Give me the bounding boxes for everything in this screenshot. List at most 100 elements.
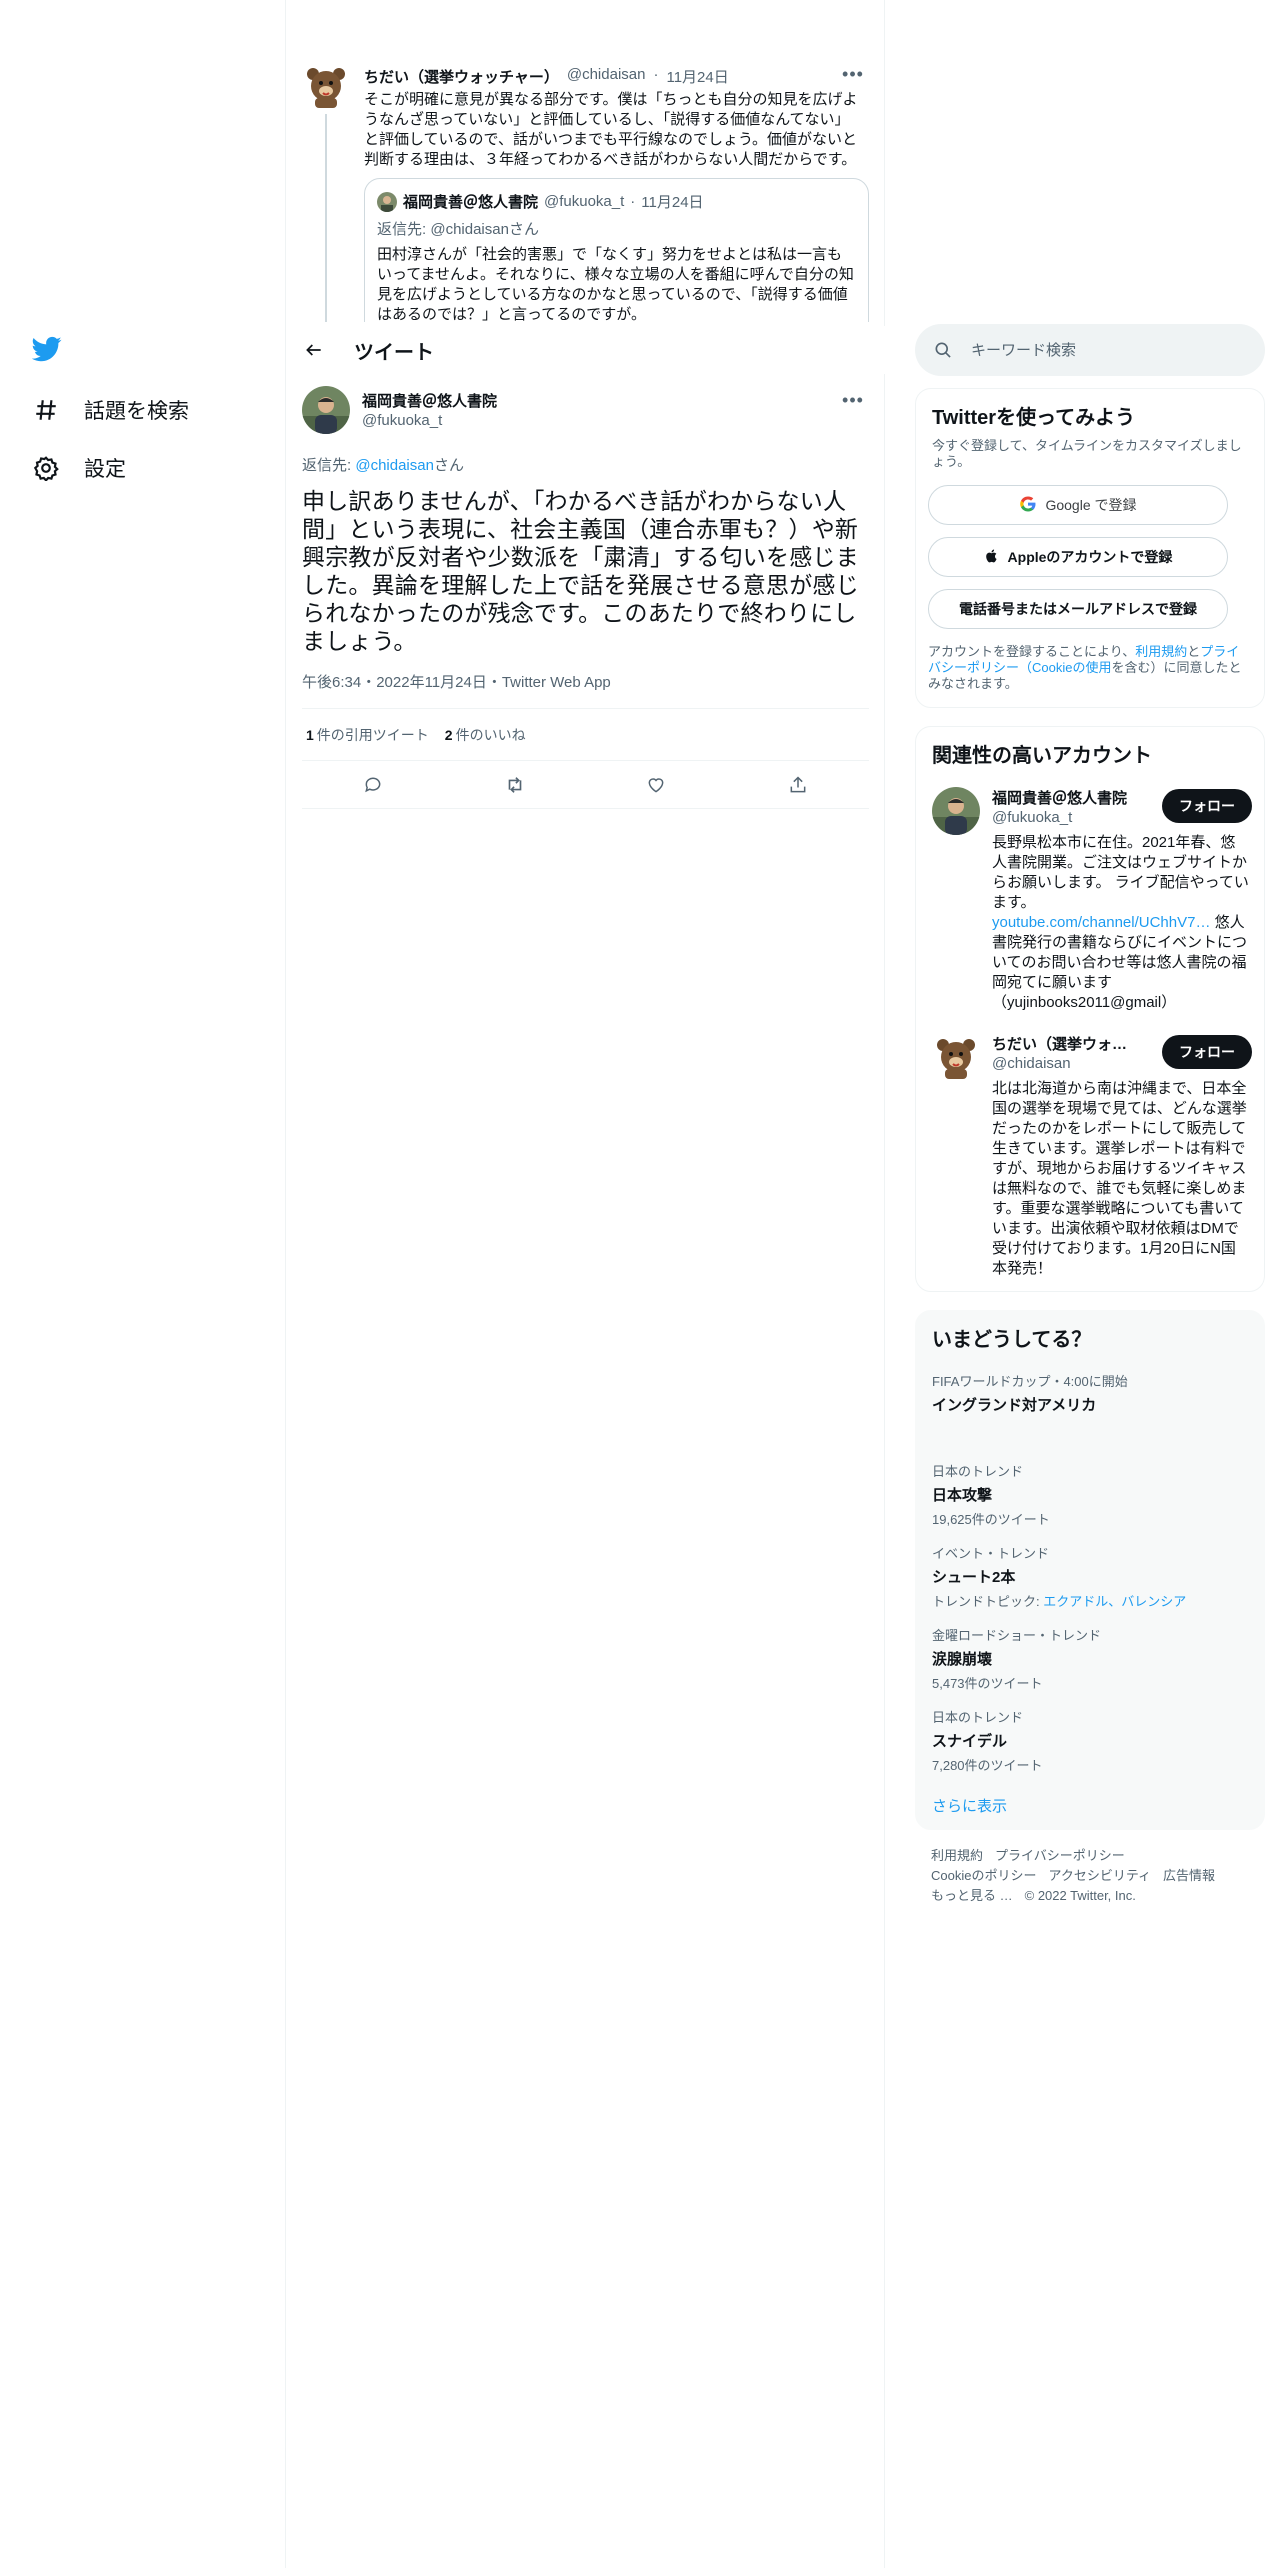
trend-item[interactable]: 金曜ロードショー・トレンド 涙腺崩壊 5,473件のツイート [932,1625,1242,1692]
apple-icon [984,548,1000,567]
author-handle[interactable]: @fukuoka_t [362,412,442,429]
account-name[interactable]: ちだい（選挙ウォッチャー） [992,1033,1142,1054]
account-bio: 長野県松本市に在住。2021年春、悠人書院開業。ご注文はウェブサイトからお願いし… [992,834,1249,1011]
signup-subtitle: 今すぐ登録して、タイムラインをカスタマイズしましょう。 [932,438,1242,469]
reply-to-handle[interactable]: @chidaisan [355,457,434,474]
reply-icon[interactable] [355,767,391,803]
trend-item[interactable]: 日本のトレンド 日本攻撃 19,625件のツイート [932,1461,1242,1528]
trend-title: スナイデル [932,1733,1008,1750]
trend-context: 日本のトレンド [932,1464,1024,1479]
avatar[interactable] [932,787,980,835]
trend-count: 19,625件のツイート [932,1512,1050,1527]
tweet-text: そこが明確に意見が異なる部分です。僕は「ちっとも自分の知見を広げようなんざ思って… [364,91,858,168]
twitter-bird-icon[interactable] [31,334,68,370]
trend-item[interactable]: 日本のトレンド スナイデル 7,280件のツイート [932,1707,1242,1774]
search-bar[interactable] [915,324,1265,376]
tweet-text: 申し訳ありませんが、「わかるべき話がわからない人間」という表現に、社会主義国（連… [302,488,859,654]
main-column: ちだい（選挙ウォッチャー） @chidaisan · 11月24日 ••• そこ… [286,0,885,2568]
tweet-date[interactable]: 11月24日 [666,66,728,87]
trend-item[interactable]: イベント・トレンド シュート2本 トレンドトピック: エクアドル、バレンシア [932,1543,1242,1610]
trend-context: 金曜ロードショー・トレンド [932,1628,1102,1643]
show-more-link[interactable]: さらに表示 [932,1795,1007,1816]
footer-more-link[interactable]: もっと見る … [931,1886,1013,1906]
apple-signup-button[interactable]: Appleのアカウントで登録 [928,537,1228,577]
quoted-tweet-text: 田村淳さんが「社会的害悪」で「なくす」努力をせよとは私は一言もいってませんよ。そ… [377,246,854,322]
trend-title: シュート2本 [932,1569,1016,1586]
author-name[interactable]: 福岡貴善＠悠人書院 [362,390,497,411]
right-sidebar: Twitterを使ってみよう 今すぐ登録して、タイムラインをカスタマイズしましょ… [915,0,1265,2568]
avatar [377,191,397,212]
related-account[interactable]: 福岡貴善＠悠人書院 @fukuoka_t フォロー 長野県松本市に在住。2021… [932,787,1252,1017]
footer-link[interactable]: プライバシーポリシー [995,1846,1125,1866]
thread-line [325,114,327,322]
quoted-author-handle: @fukuoka_t [544,193,625,210]
quoted-author-name: 福岡貴善＠悠人書院 [403,194,539,211]
related-accounts-card: 関連性の高いアカウント 福岡貴善＠悠人書院 @fukuoka_t フォロー 長野… [915,726,1265,1292]
share-icon[interactable] [780,767,816,803]
avatar[interactable] [302,386,350,434]
back-arrow-icon[interactable] [296,332,332,368]
trend-topic-link[interactable]: エクアドル、バレンシア [1043,1594,1186,1609]
search-input[interactable] [971,341,1231,359]
bio-link[interactable]: youtube.com/channel/UChhV7… [992,914,1210,931]
quote-tweets-stat[interactable]: 1 件の引用ツイート [306,725,429,745]
copyright: © 2022 Twitter, Inc. [1024,1888,1136,1903]
trend-context: イベント・トレンド [932,1546,1050,1561]
nav-item-label: 設定 [84,458,126,481]
footer-link[interactable]: アクセシビリティ [1048,1866,1151,1886]
avatar[interactable] [302,62,350,110]
google-icon [1019,495,1037,516]
author-handle[interactable]: @chidaisan [567,66,646,87]
page-title: ツイート [354,341,434,364]
more-options-icon[interactable]: ••• [841,388,865,412]
upstream-tweet[interactable]: ちだい（選挙ウォッチャー） @chidaisan · 11月24日 ••• そこ… [302,62,869,322]
terms-link[interactable]: 利用規約 [1135,644,1187,659]
footer-link[interactable]: 広告情報 [1163,1866,1215,1886]
footer-link[interactable]: 利用規約 [931,1846,983,1866]
more-options-icon[interactable]: ••• [841,62,865,86]
hashtag-icon [32,396,60,424]
reply-to: 返信先: @chidaisanさん [377,221,539,238]
retweet-icon[interactable] [497,767,533,803]
account-handle[interactable]: @fukuoka_t [992,809,1072,826]
phone-email-signup-button[interactable]: 電話番号またはメールアドレスで登録 [928,589,1228,629]
trend-title: 日本攻撃 [932,1487,993,1504]
tweet-timestamp[interactable]: 午後6:34・2022年11月24日・Twitter Web App [302,671,869,709]
follow-button[interactable]: フォロー [1162,789,1252,823]
quoted-tweet[interactable]: 福岡貴善＠悠人書院 @fukuoka_t · 11月24日 返信先: @chid… [364,178,869,322]
tweet-actions [302,761,869,809]
likes-stat[interactable]: 2 件のいいね [445,725,526,745]
page-header: ツイート [286,326,885,374]
related-account[interactable]: ちだい（選挙ウォッチャー） @chidaisan フォロー 北は北海道から南は沖… [932,1033,1252,1283]
account-bio: 北は北海道から南は沖縄まで、日本全国の選挙を現場で見ては、どんな選挙だったのかを… [992,1080,1247,1277]
tweet-author: 福岡貴善＠悠人書院 @fukuoka_t ••• [302,386,869,438]
trend-count: 7,280件のツイート [932,1758,1043,1773]
focused-tweet: 福岡貴善＠悠人書院 @fukuoka_t ••• 返信先: @chidaisan… [302,386,869,809]
gear-icon [32,454,60,482]
quoted-tweet-header: 福岡貴善＠悠人書院 @fukuoka_t · 11月24日 [377,191,856,212]
signup-legal-text: アカウントを登録することにより、利用規約とプライバシーポリシー（Cookieの使… [928,644,1242,691]
account-name[interactable]: 福岡貴善＠悠人書院 [992,787,1142,808]
avatar[interactable] [932,1033,980,1081]
trend-title: イングランド対アメリカ [932,1397,1097,1414]
signup-card: Twitterを使ってみよう 今すぐ登録して、タイムラインをカスタマイズしましょ… [915,388,1265,708]
left-navigation: 話題を検索 設定 [0,0,286,2568]
trend-item[interactable]: FIFAワールドカップ・4:00に開始 イングランド対アメリカ [932,1371,1242,1415]
tweet-stats: 1 件の引用ツイート 2 件のいいね [302,709,869,761]
trend-context: 日本のトレンド [932,1710,1024,1725]
trends-title: いまどうしてる？ [932,1329,1092,1351]
signup-title: Twitterを使ってみよう [932,407,1136,429]
author-name[interactable]: ちだい（選挙ウォッチャー） [364,66,559,87]
footer: 利用規約 プライバシーポリシー Cookieのポリシー アクセシビリティ 広告情… [931,1846,1251,1906]
nav-item-explore[interactable]: 話題を検索 [32,390,189,430]
google-signup-button[interactable]: Google で登録 [928,485,1228,525]
follow-button[interactable]: フォロー [1162,1035,1252,1069]
trends-card: いまどうしてる？ FIFAワールドカップ・4:00に開始 イングランド対アメリカ… [915,1310,1265,1830]
footer-link[interactable]: Cookieのポリシー [931,1866,1036,1886]
related-title: 関連性の高いアカウント [932,745,1152,767]
like-icon[interactable] [638,767,674,803]
nav-item-settings[interactable]: 設定 [32,448,126,488]
account-handle[interactable]: @chidaisan [992,1055,1071,1072]
trend-title: 涙腺崩壊 [932,1651,993,1668]
quoted-date: 11月24日 [641,194,704,211]
